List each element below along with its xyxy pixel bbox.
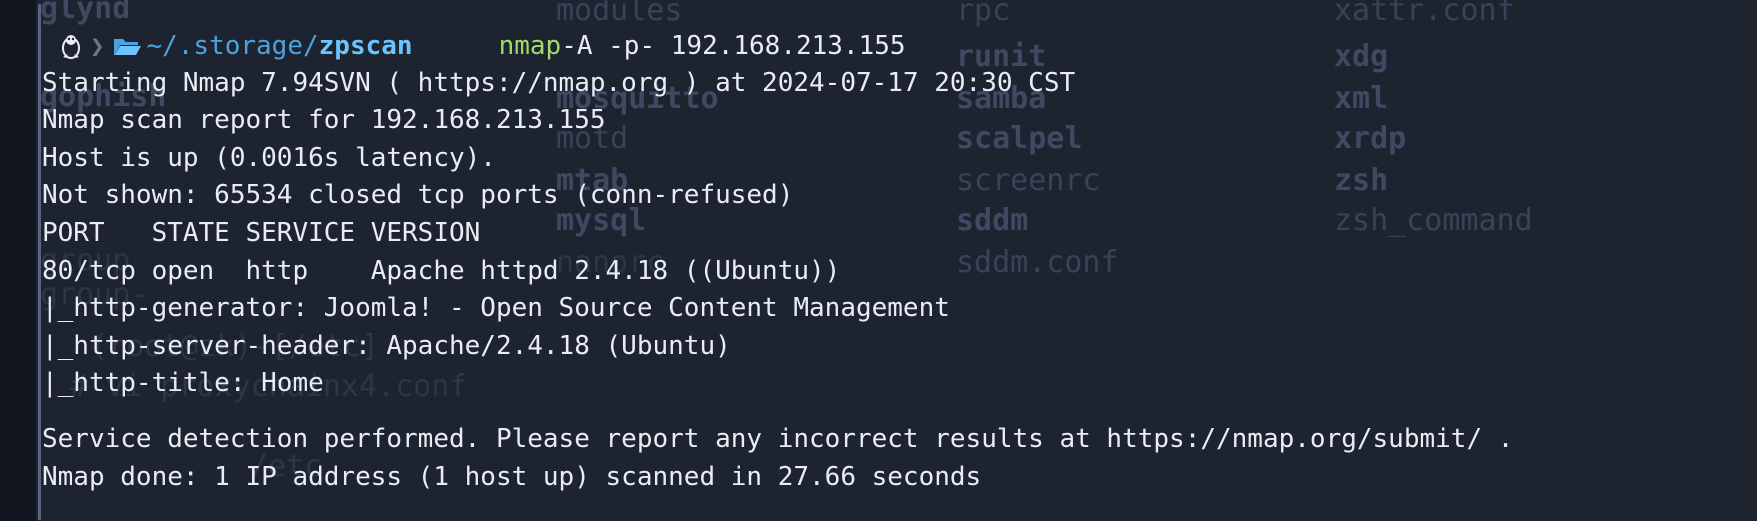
terminal-output[interactable]: ❯ ~/.storage/zpscan nmap -A -p- 192.168.… <box>42 27 1742 496</box>
output-line: |_http-server-header: Apache/2.4.18 (Ubu… <box>42 330 731 361</box>
linux-tux-icon <box>62 34 80 59</box>
shell-prompt: ❯ ~/.storage/zpscan nmap -A -p- 192.168.… <box>42 27 1742 65</box>
command-args: -A -p- 192.168.213.155 <box>561 30 906 61</box>
scroll-indicator <box>38 4 41 520</box>
prompt-path: ~/.storage/ <box>146 30 319 61</box>
output-line: Nmap scan report for 192.168.213.155 <box>42 105 606 136</box>
output-line: Nmap done: 1 IP address (1 host up) scan… <box>42 461 982 492</box>
ghost-item: modules <box>556 0 683 28</box>
chevron-separator-icon: ❯ <box>90 31 105 60</box>
output-line: Not shown: 65534 closed tcp ports (conn-… <box>42 180 794 211</box>
output-line: Starting Nmap 7.94SVN ( https://nmap.org… <box>42 67 1076 98</box>
output-line: Service detection performed. Please repo… <box>42 423 1514 454</box>
output-line: |_http-generator: Joomla! - Open Source … <box>42 293 950 324</box>
output-line: PORT STATE SERVICE VERSION <box>42 217 481 248</box>
ghost-item: rpc <box>956 0 1011 28</box>
ghost-item: xattr.conf <box>1334 0 1515 28</box>
output-line: Host is up (0.0016s latency). <box>42 142 496 173</box>
command-name: nmap <box>498 30 562 61</box>
window-left-edge <box>0 0 36 521</box>
output-line: |_http-title: Home <box>42 368 324 399</box>
prompt-current-dir: zpscan <box>318 30 413 61</box>
ghost-item: glynd <box>40 0 131 26</box>
folder-open-icon <box>114 38 142 55</box>
output-line: 80/tcp open http Apache httpd 2.4.18 ((U… <box>42 255 841 286</box>
